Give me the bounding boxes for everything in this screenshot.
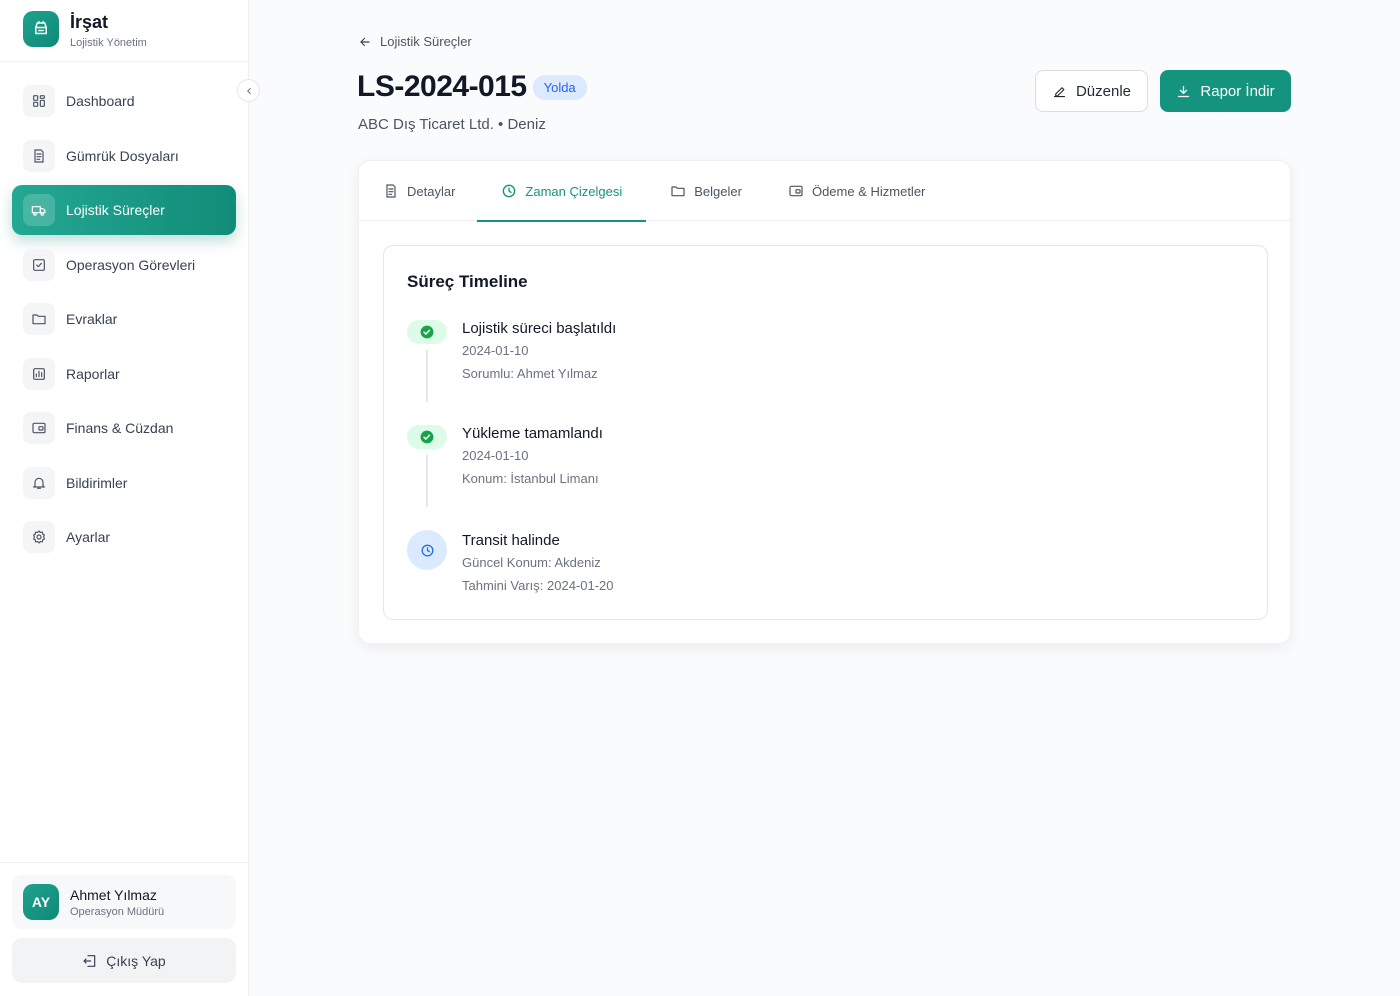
sidebar-item-operations[interactable]: Operasyon Görevleri <box>12 240 236 290</box>
page-title: LS-2024-015 <box>357 70 527 103</box>
wallet-icon <box>789 185 803 197</box>
tab-details[interactable]: Detaylar <box>383 161 455 221</box>
timeline-item-detail: 2024-01-10 <box>462 343 529 358</box>
checkbox-icon <box>23 248 55 281</box>
sidebar-item-dashboard[interactable]: Dashboard <box>12 76 236 126</box>
sidebar-item-customs-files[interactable]: Gümrük Dosyaları <box>12 131 236 181</box>
pencil-icon <box>1053 86 1066 97</box>
sidebar-item-notifications[interactable]: Bildirimler <box>12 458 236 508</box>
timeline-item-title: Yükleme tamamlandı <box>462 425 603 442</box>
sidebar-footer: AY Ahmet Yılmaz Operasyon Müdürü Çıkış Y… <box>0 862 248 983</box>
sidebar-item-label: Finans & Cüzdan <box>66 420 174 436</box>
chevron-left-icon <box>246 87 251 94</box>
sidebar-item-logistics[interactable]: Lojistik Süreçler <box>12 185 236 235</box>
document-icon <box>386 184 396 198</box>
sidebar-item-label: Dashboard <box>66 93 135 109</box>
tab-documents[interactable]: Belgeler <box>670 161 742 221</box>
logout-icon <box>83 954 96 967</box>
sidebar-collapse-button[interactable] <box>237 79 260 102</box>
sidebar-nav: Dashboard Gümrük Dosyaları Lojistik Süre… <box>0 62 248 562</box>
brand-logo-icon <box>23 11 59 47</box>
sidebar: İrşat Lojistik Yönetim Dashboard Gümrük … <box>0 0 260 996</box>
clock-icon <box>503 184 516 198</box>
arrow-left-icon <box>360 37 370 46</box>
sidebar-item-label: Evraklar <box>66 311 118 327</box>
timeline-title: Süreç Timeline <box>407 272 528 291</box>
sidebar-item-label: Raporlar <box>66 365 120 382</box>
page-subtitle: ABC Dış Ticaret Ltd. • Deniz <box>358 116 546 133</box>
tab-label: Detaylar <box>407 183 456 199</box>
timeline-item-title: Transit halinde <box>462 532 560 549</box>
download-report-button[interactable]: Rapor İndir <box>1160 70 1291 112</box>
grid-icon <box>23 85 55 117</box>
sidebar-item-label: Lojistik Süreçler <box>66 202 165 218</box>
status-badge: Yolda <box>532 74 587 100</box>
tab-payments[interactable]: Ödeme & Hizmetler <box>788 161 925 221</box>
brand-title: İrşat <box>70 12 109 32</box>
sidebar-item-label: Gümrük Dosyaları <box>66 147 179 164</box>
clock-icon <box>407 530 447 570</box>
bell-icon <box>23 466 55 499</box>
check-circle-icon <box>407 425 447 449</box>
timeline-item-detail: 2024-01-10 <box>462 448 529 463</box>
sidebar-item-label: Operasyon Görevleri <box>66 256 196 273</box>
tab-label: Ödeme & Hizmetler <box>811 183 926 199</box>
timeline-connector <box>426 350 428 402</box>
timeline-panel: Süreç Timeline Lojistik süreci başlatıld… <box>383 245 1268 620</box>
truck-icon <box>23 194 55 226</box>
logout-button[interactable]: Çıkış Yap <box>12 938 236 983</box>
timeline-item-detail: Güncel Konum: Akdeniz <box>462 555 601 570</box>
timeline-item-title: Lojistik süreci başlatıldı <box>462 320 617 337</box>
title-row: LS-2024-015 Yolda <box>357 70 587 104</box>
wallet-icon <box>23 412 55 444</box>
back-link-label: Lojistik Süreçler <box>380 34 472 49</box>
timeline-item-detail: Sorumlu: Ahmet Yılmaz <box>462 366 598 381</box>
main-content: Lojistik Süreçler LS-2024-015 Yolda ABC … <box>249 0 1400 996</box>
gear-icon <box>23 521 55 553</box>
folder-icon <box>671 186 685 197</box>
chart-icon <box>23 357 55 390</box>
tab-label: Belgeler <box>694 183 742 199</box>
user-name: Ahmet Yılmaz <box>70 886 157 903</box>
sidebar-item-reports[interactable]: Raporlar <box>12 349 236 399</box>
user-role: Operasyon Müdürü <box>70 905 165 918</box>
timeline-item-detail: Tahmini Varış: 2024-01-20 <box>462 578 614 593</box>
sidebar-item-documents[interactable]: Evraklar <box>12 294 236 344</box>
edit-button[interactable]: Düzenle <box>1035 70 1148 112</box>
sidebar-item-label: Ayarlar <box>66 529 111 545</box>
brand-subtitle: Lojistik Yönetim <box>70 37 147 49</box>
tab-label: Zaman Çizelgesi <box>525 183 623 199</box>
sidebar-item-label: Bildirimler <box>66 474 128 491</box>
download-report-label: Rapor İndir <box>1200 82 1275 100</box>
back-link[interactable]: Lojistik Süreçler <box>358 34 472 49</box>
timeline-item-detail: Konum: İstanbul Limanı <box>462 471 599 486</box>
document-icon <box>23 139 55 172</box>
tab-bar: Detaylar Zaman Çizelgesi Belgeler Ödeme … <box>359 161 1290 222</box>
detail-card: Detaylar Zaman Çizelgesi Belgeler Ödeme … <box>358 160 1291 644</box>
download-icon <box>1178 85 1190 97</box>
folder-icon <box>23 303 55 335</box>
sidebar-item-finance[interactable]: Finans & Cüzdan <box>12 403 236 453</box>
check-circle-icon <box>407 320 447 344</box>
sidebar-item-settings[interactable]: Ayarlar <box>12 512 236 562</box>
user-card[interactable]: AY Ahmet Yılmaz Operasyon Müdürü <box>12 875 236 929</box>
timeline-connector <box>426 455 428 507</box>
logout-label: Çıkış Yap <box>106 952 166 969</box>
edit-button-label: Düzenle <box>1075 82 1132 100</box>
tab-timeline[interactable]: Zaman Çizelgesi <box>477 161 647 222</box>
brand: İrşat Lojistik Yönetim <box>0 0 248 62</box>
avatar: AY <box>23 884 59 920</box>
